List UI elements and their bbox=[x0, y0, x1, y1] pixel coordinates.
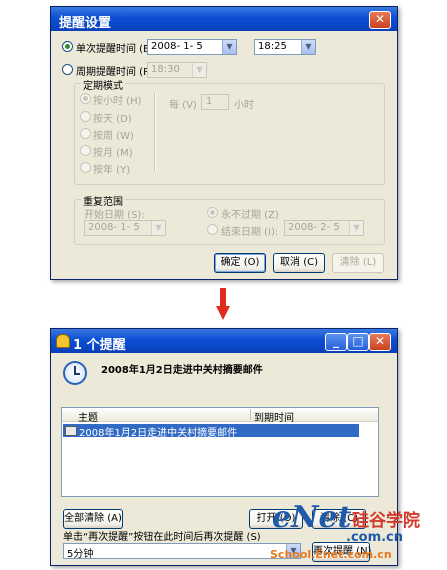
watermark-cn: 硅谷学院 bbox=[352, 511, 420, 531]
mode-day-label[interactable]: 按天 (D) bbox=[93, 110, 132, 125]
chevron-down-icon[interactable]: ▼ bbox=[349, 221, 363, 235]
list-header: 主题 到期时间 bbox=[62, 408, 378, 424]
dialog-title: 提醒设置 bbox=[59, 16, 112, 31]
cancel-button[interactable]: 取消 (C) bbox=[273, 253, 325, 273]
start-date-label: 开始日期 (S): bbox=[84, 210, 145, 221]
bell-icon bbox=[56, 334, 70, 348]
down-arrow-icon bbox=[216, 288, 230, 322]
watermark-school: School.Enet.com.cn bbox=[270, 548, 392, 561]
periodic-time-picker[interactable]: 18:30 ▼ bbox=[147, 62, 207, 78]
mode-week-label[interactable]: 按周 (W) bbox=[93, 127, 134, 142]
mode-week-radio[interactable] bbox=[80, 128, 91, 139]
end-date-label[interactable]: 结束日期 (I): bbox=[221, 223, 278, 238]
ok-button[interactable]: 确定 (O) bbox=[214, 253, 266, 273]
single-date-picker[interactable]: 2008- 1- 5 ▼ bbox=[147, 39, 237, 55]
end-date-picker[interactable]: 2008- 2- 5 ▼ bbox=[284, 220, 364, 236]
mode-day-radio[interactable] bbox=[80, 111, 91, 122]
title-bar[interactable]: 提醒设置 ✕ bbox=[51, 7, 397, 31]
mode-divider bbox=[154, 93, 156, 171]
close-button[interactable]: ✕ bbox=[369, 11, 391, 29]
list-item[interactable]: 2008年1月2日走进中关村摘要邮件 bbox=[63, 424, 359, 439]
chevron-down-icon[interactable]: ▼ bbox=[301, 40, 315, 54]
title-bar[interactable]: 1 个提醒 _ □ ✕ bbox=[51, 329, 397, 353]
watermark-domain: .com.cn bbox=[346, 530, 404, 545]
clear-button[interactable]: 清除 (L) bbox=[332, 253, 384, 273]
mode-year-radio[interactable] bbox=[80, 162, 91, 173]
mail-icon bbox=[65, 426, 77, 436]
minimize-button[interactable]: _ bbox=[325, 333, 347, 351]
mode-hour-label[interactable]: 按小时 (H) bbox=[93, 92, 142, 107]
mode-year-label[interactable]: 按年 (Y) bbox=[93, 161, 130, 176]
clear-all-button[interactable]: 全部清除 (A) bbox=[63, 509, 123, 529]
every-value-input[interactable]: 1 bbox=[201, 94, 229, 110]
mode-group-legend: 定期模式 bbox=[81, 77, 125, 92]
column-header-subject[interactable]: 主题 bbox=[78, 409, 98, 424]
single-reminder-radio[interactable] bbox=[62, 41, 73, 52]
every-label: 每 (V) bbox=[169, 100, 197, 111]
single-reminder-label[interactable]: 单次提醒时间 (E) bbox=[76, 40, 153, 55]
reminder-list[interactable]: 主题 到期时间 2008年1月2日走进中关村摘要邮件 bbox=[61, 407, 379, 497]
periodic-reminder-label[interactable]: 周期提醒时间 (P) bbox=[76, 63, 153, 78]
mode-month-label[interactable]: 按月 (M) bbox=[93, 144, 133, 159]
never-expire-radio[interactable] bbox=[207, 207, 218, 218]
clock-icon bbox=[63, 361, 87, 385]
watermark: eNet 硅谷学院 .com.cn School.Enet.com.cn bbox=[266, 500, 446, 568]
column-header-due[interactable]: 到期时间 bbox=[254, 409, 294, 424]
reminder-settings-dialog: 提醒设置 ✕ 单次提醒时间 (E) 2008- 1- 5 ▼ 18:25 ▼ 周… bbox=[50, 6, 398, 280]
mode-month-radio[interactable] bbox=[80, 145, 91, 156]
reminder-headline: 2008年1月2日走进中关村摘要邮件 bbox=[101, 365, 263, 376]
every-unit-label: 小时 bbox=[234, 100, 254, 111]
single-time-picker[interactable]: 18:25 ▼ bbox=[254, 39, 316, 55]
periodic-reminder-radio[interactable] bbox=[62, 64, 73, 75]
snooze-hint-label: 单击“再次提醒”按钮在此时间后再次提醒 (S) bbox=[63, 532, 261, 543]
chevron-down-icon[interactable]: ▼ bbox=[151, 221, 165, 235]
maximize-button[interactable]: □ bbox=[347, 333, 369, 351]
start-date-picker[interactable]: 2008- 1- 5 ▼ bbox=[84, 220, 166, 236]
never-expire-label[interactable]: 永不过期 (Z) bbox=[221, 206, 279, 221]
mode-hour-radio[interactable] bbox=[80, 93, 91, 104]
chevron-down-icon[interactable]: ▼ bbox=[192, 63, 206, 77]
watermark-brand: eNet bbox=[272, 500, 352, 535]
close-button[interactable]: ✕ bbox=[369, 333, 391, 351]
end-date-radio[interactable] bbox=[207, 224, 218, 235]
dialog-title: 1 个提醒 bbox=[73, 338, 126, 353]
chevron-down-icon[interactable]: ▼ bbox=[222, 40, 236, 54]
